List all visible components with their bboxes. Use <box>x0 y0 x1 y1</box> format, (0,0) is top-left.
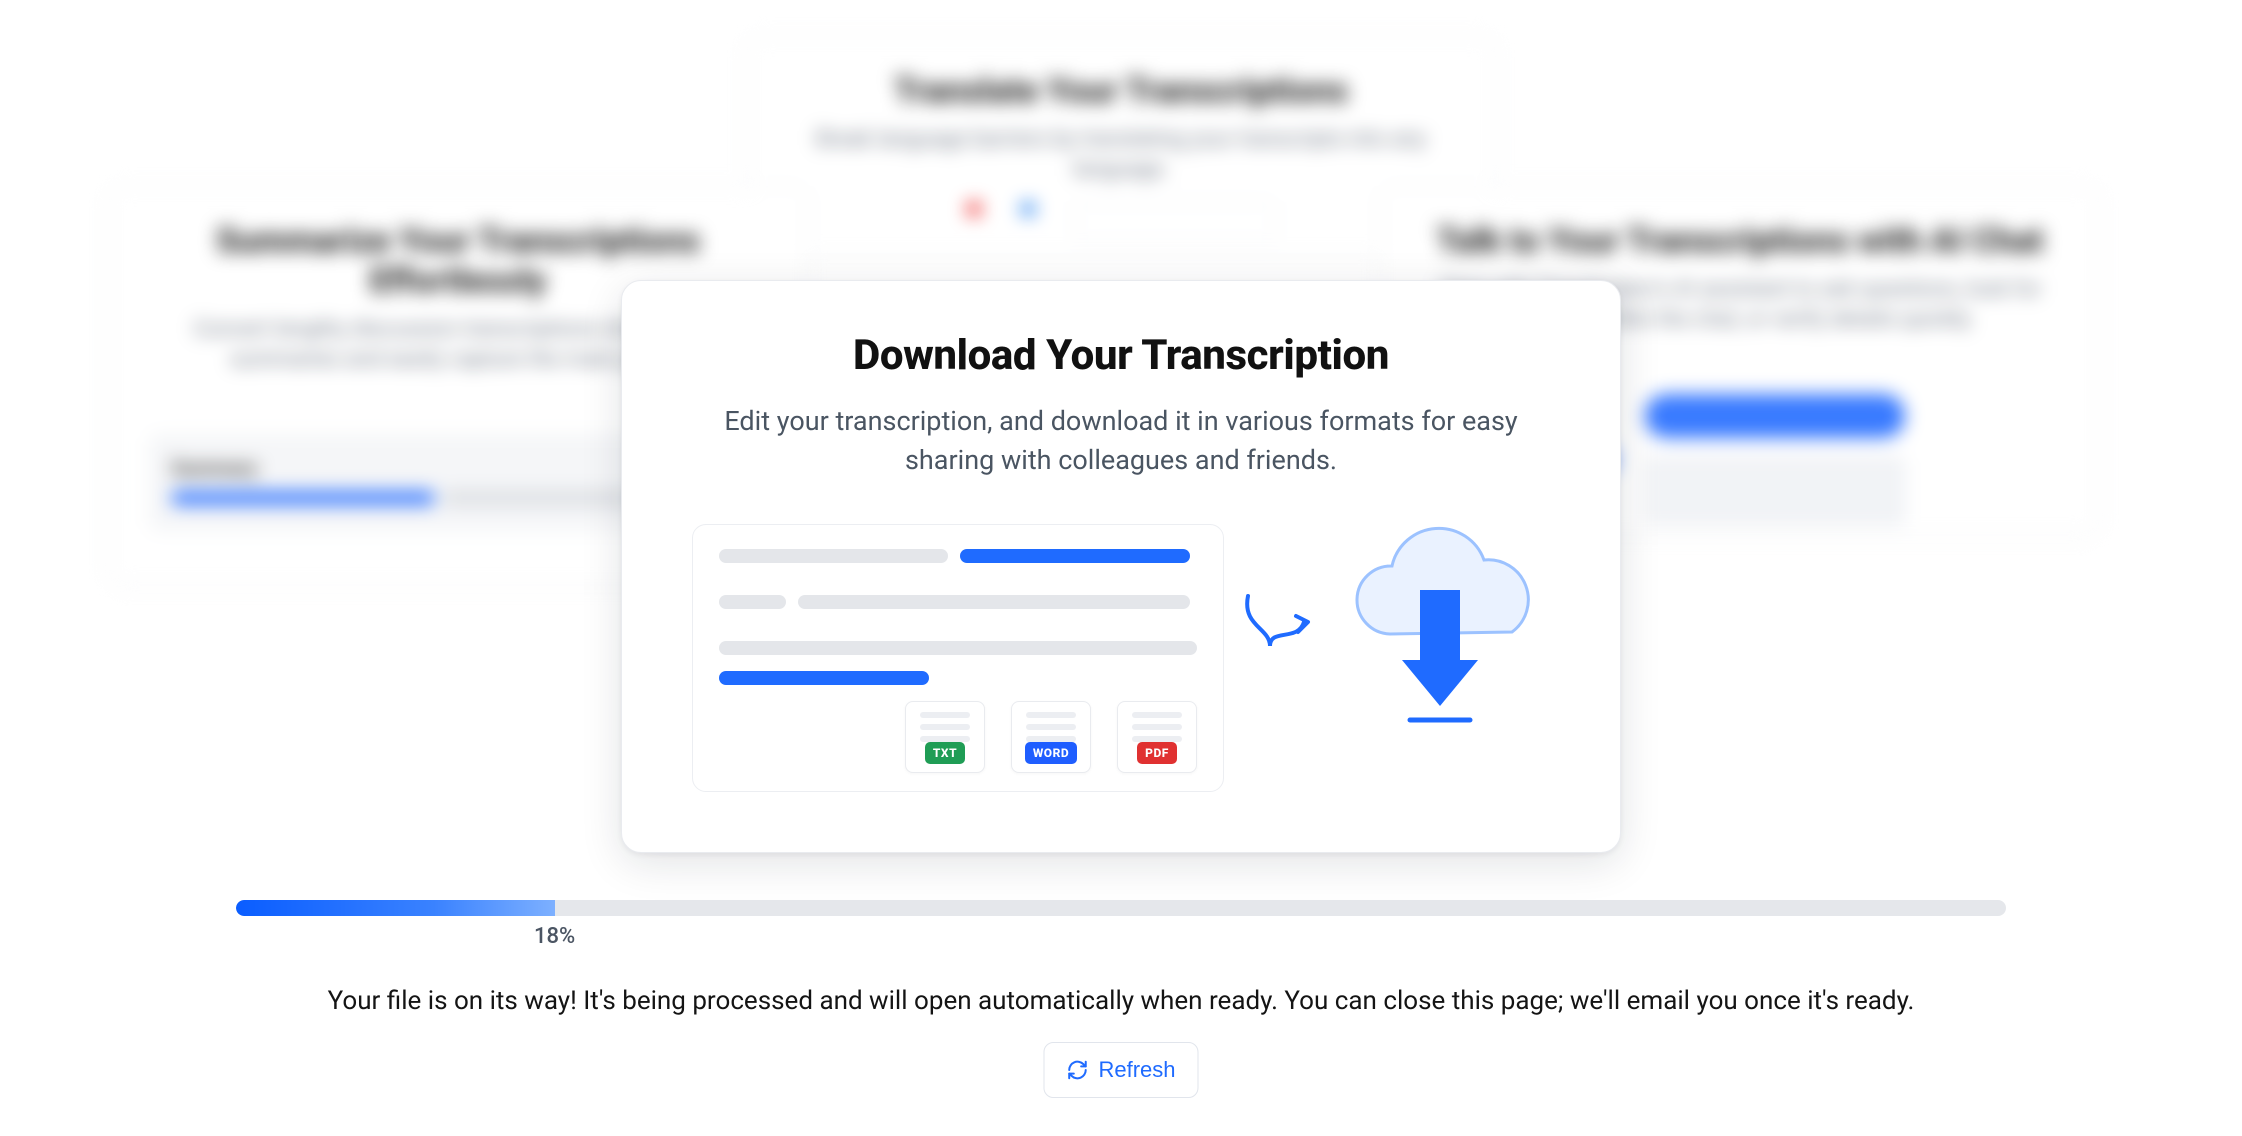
format-txt: TXT <box>905 701 985 773</box>
document-preview: TXT WORD PDF <box>692 524 1224 792</box>
format-pdf: PDF <box>1117 701 1197 773</box>
progress-bar-track <box>236 900 2006 916</box>
download-card-title: Download Your Transcription <box>692 331 1550 380</box>
bg-card-translate-title: Translate Your Transcriptions <box>787 71 1455 111</box>
download-card-subtitle: Edit your transcription, and download it… <box>692 402 1550 480</box>
bg-card-translate-desc: Break language barriers by translating y… <box>787 125 1455 184</box>
cloud-download-icon <box>1330 524 1550 738</box>
format-txt-label: TXT <box>925 742 965 764</box>
curved-arrow-icon <box>1242 584 1312 694</box>
processing-status-message: Your file is on its way! It's being proc… <box>0 986 2242 1016</box>
refresh-button-label: Refresh <box>1098 1057 1175 1083</box>
processing-progress: 18% <box>236 900 2006 916</box>
format-pdf-label: PDF <box>1137 742 1177 764</box>
progress-percent-label: 18% <box>534 924 575 949</box>
download-card: Download Your Transcription Edit your tr… <box>621 280 1621 853</box>
download-format-list: TXT WORD PDF <box>719 701 1197 773</box>
bg-card-aichat-title: Talk to Your Transcriptions with AI Chat <box>1421 221 2059 261</box>
format-word: WORD <box>1011 701 1091 773</box>
format-word-label: WORD <box>1025 742 1077 764</box>
refresh-icon <box>1066 1059 1088 1081</box>
download-illustration: TXT WORD PDF <box>692 524 1550 792</box>
progress-bar-fill <box>236 900 555 916</box>
refresh-button[interactable]: Refresh <box>1043 1042 1198 1098</box>
